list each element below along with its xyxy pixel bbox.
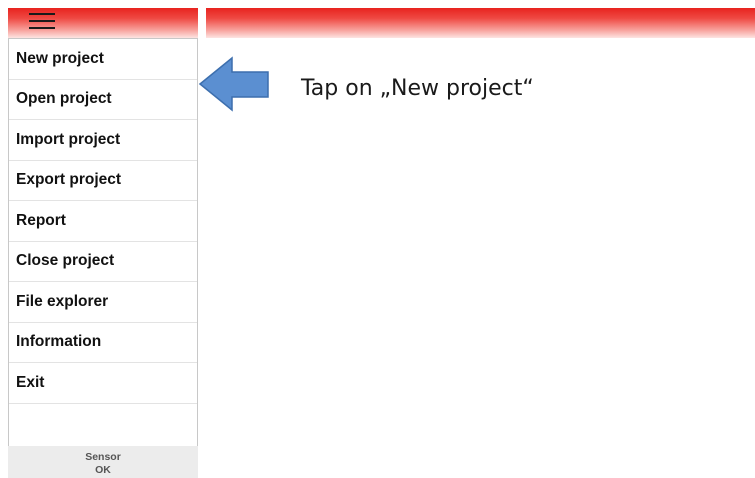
menu-item-file-explorer[interactable]: File explorer — [9, 282, 197, 323]
sensor-status: Sensor OK — [8, 446, 198, 478]
menu-item-close-project[interactable]: Close project — [9, 242, 197, 282]
left-arrow-icon — [198, 56, 269, 112]
menu-item-report[interactable]: Report — [9, 201, 197, 242]
sensor-value: OK — [95, 464, 111, 476]
instruction-text: Tap on „New project“ — [301, 76, 534, 101]
sensor-label: Sensor — [85, 451, 121, 463]
hamburger-menu-icon[interactable] — [29, 10, 55, 30]
menu-item-new-project[interactable]: New project — [9, 39, 197, 80]
menu-item-import-project[interactable]: Import project — [9, 120, 197, 161]
side-menu: New project Open project Import project … — [8, 38, 198, 447]
menu-item-export-project[interactable]: Export project — [9, 161, 197, 201]
app-window: New project Open project Import project … — [0, 0, 755, 478]
main-header-bar — [206, 8, 755, 38]
menu-item-exit[interactable]: Exit — [9, 363, 197, 404]
menu-item-open-project[interactable]: Open project — [9, 80, 197, 120]
menu-item-information[interactable]: Information — [9, 323, 197, 363]
